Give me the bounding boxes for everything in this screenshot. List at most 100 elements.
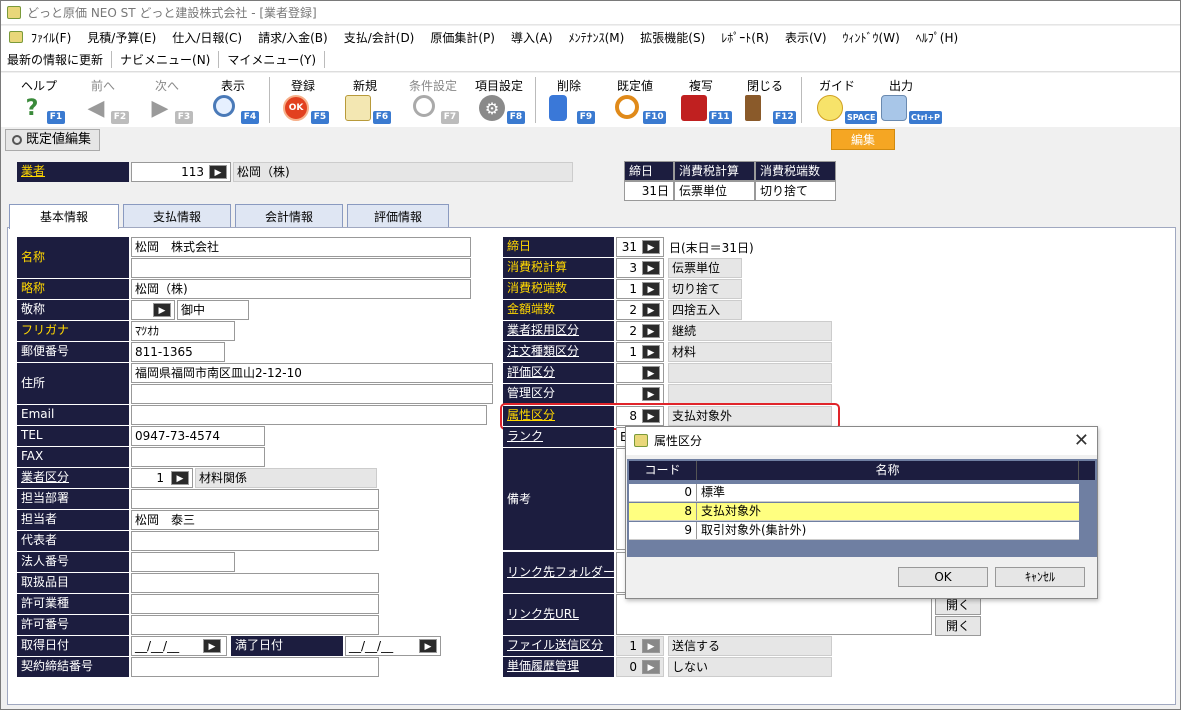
name-field[interactable]: 松岡 株式会社 (131, 237, 471, 257)
order-type-lookup-button[interactable]: ▶ (642, 345, 660, 359)
vendor-type-lookup-button[interactable]: ▶ (171, 471, 189, 485)
dept-label: 担当部署 (17, 489, 129, 509)
guide-button[interactable]: ガイド SPACE (807, 73, 878, 127)
menu-view[interactable]: 表示(V) (785, 29, 827, 46)
tab-payment-info[interactable]: 支払情報 (123, 204, 231, 228)
items-field[interactable] (131, 573, 379, 593)
tab-basic-info[interactable]: 基本情報 (9, 204, 119, 229)
license-type-field[interactable] (131, 594, 379, 614)
link-url-label[interactable]: リンク先URL (503, 594, 614, 635)
menu-purchase[interactable]: 仕入/日報(C) (172, 29, 242, 46)
kana-field[interactable]: ﾏﾂｵｶ (131, 321, 235, 341)
display-button[interactable]: 表示 F4 (203, 73, 263, 127)
rank-label[interactable]: ランク (503, 427, 614, 447)
menu-file[interactable]: ﾌｧｲﾙ(F) (31, 29, 71, 46)
menu-cost-summary[interactable]: 原価集計(P) (430, 29, 495, 46)
tel-field[interactable]: 0947-73-4574 (131, 426, 265, 446)
menu-window[interactable]: ｳｨﾝﾄﾞｳ(W) (843, 29, 900, 46)
ok-button[interactable]: OK (898, 567, 988, 587)
cancel-button[interactable]: ｷｬﾝｾﾙ (995, 567, 1085, 587)
grid-row[interactable]: 0 標準 (629, 484, 1079, 502)
contract-number-label: 契約締結番号 (17, 657, 129, 677)
file-send-label[interactable]: ファイル送信区分 (503, 636, 614, 656)
evaluation-label[interactable]: 評価区分 (503, 363, 614, 383)
dept-field[interactable] (131, 489, 379, 509)
child-window-icon[interactable] (9, 31, 23, 43)
fax-field[interactable] (131, 447, 265, 467)
grid-row[interactable]: 9 取引対象外(集計外) (629, 522, 1079, 540)
prev-button[interactable]: 前へ ◀ F2 (73, 73, 133, 127)
amount-round-lookup-button[interactable]: ▶ (642, 303, 660, 317)
file-send-lookup-button[interactable]: ▶ (642, 639, 660, 653)
name2-field[interactable] (131, 258, 471, 278)
link-url-field[interactable] (616, 594, 932, 635)
link-folder-label[interactable]: リンク先フォルダー (503, 552, 614, 593)
tab-accounting-info[interactable]: 会計情報 (235, 204, 343, 228)
vendor-lookup-button[interactable]: ▶ (209, 165, 227, 179)
acquired-date-calendar-button[interactable]: ▶ (203, 639, 221, 653)
copy-lock-icon (681, 95, 707, 121)
tax-calc-lookup-button[interactable]: ▶ (642, 261, 660, 275)
output-button[interactable]: 出力 Ctrl+P (871, 73, 942, 127)
address2-field[interactable] (131, 384, 493, 404)
representative-field[interactable] (131, 531, 379, 551)
zip-field[interactable]: 811-1365 (131, 342, 225, 362)
adoption-label[interactable]: 業者採用区分 (503, 321, 614, 341)
menu-estimate[interactable]: 見積/予算(E) (87, 29, 156, 46)
dialog-close-icon[interactable]: ✕ (1074, 430, 1089, 452)
corp-number-field[interactable] (131, 552, 235, 572)
menu-setup[interactable]: 導入(A) (511, 29, 553, 46)
adoption-display: 継続 (668, 321, 832, 341)
fax-label: FAX (17, 447, 129, 467)
delete-button[interactable]: 削除 F9 (539, 73, 599, 127)
dialog-app-icon (634, 434, 648, 447)
edit-badge[interactable]: 編集 (831, 129, 895, 150)
menu-maintenance[interactable]: ﾒﾝﾃﾅﾝｽ(M) (569, 29, 625, 46)
navi-menu-command[interactable]: ナビメニュー(N) (120, 51, 220, 68)
email-field[interactable] (131, 405, 487, 425)
open-url2-button[interactable]: 開く (935, 616, 981, 636)
tab-evaluation-info[interactable]: 評価情報 (347, 204, 449, 228)
default-key: F10 (643, 111, 666, 124)
honorific-lookup-button[interactable]: ▶ (153, 303, 171, 317)
contract-number-field[interactable] (131, 657, 379, 677)
vendor-label[interactable]: 業者 (17, 162, 129, 182)
menu-payment[interactable]: 支払/会計(D) (344, 29, 415, 46)
tax-round-label: 消費税端数 (503, 279, 614, 299)
price-history-lookup-button[interactable]: ▶ (642, 660, 660, 674)
menu-extensions[interactable]: 拡張機能(S) (640, 29, 705, 46)
register-button[interactable]: 登録 OK F5 (273, 73, 333, 127)
help-button[interactable]: ヘルプ ? F1 (9, 73, 69, 127)
adoption-lookup-button[interactable]: ▶ (642, 324, 660, 338)
license-number-field[interactable] (131, 615, 379, 635)
price-history-label[interactable]: 単価履歴管理 (503, 657, 614, 677)
menu-billing[interactable]: 請求/入金(B) (258, 29, 328, 46)
close-button[interactable]: 閉じる F12 (735, 73, 796, 127)
menu-help[interactable]: ﾍﾙﾌﾟ(H) (916, 29, 958, 46)
address1-field[interactable]: 福岡県福岡市南区皿山2-12-10 (131, 363, 493, 383)
copy-label: 複写 (688, 79, 713, 93)
closing-lookup-button[interactable]: ▶ (642, 240, 660, 254)
menu-report[interactable]: ﾚﾎﾟｰﾄ(R) (721, 29, 769, 46)
default-edit-button[interactable]: 既定値編集 (5, 129, 101, 151)
management-lookup-button[interactable]: ▶ (642, 387, 660, 401)
condition-button[interactable]: 条件設定 F7 (403, 73, 463, 127)
person-field[interactable]: 松岡 泰三 (131, 510, 379, 530)
new-key: F6 (373, 111, 391, 124)
evaluation-lookup-button[interactable]: ▶ (642, 366, 660, 380)
order-type-label[interactable]: 注文種類区分 (503, 342, 614, 362)
delete-label: 削除 (556, 79, 581, 93)
new-button[interactable]: 新規 F6 (335, 73, 395, 127)
refresh-command[interactable]: 最新の情報に更新 (7, 51, 113, 68)
grid-row-selected[interactable]: 8 支払対象外 (629, 503, 1079, 521)
my-menu-command[interactable]: マイメニュー(Y) (227, 51, 326, 68)
expiry-date-calendar-button[interactable]: ▶ (419, 639, 437, 653)
default-button[interactable]: 既定値 F10 (605, 73, 666, 127)
next-button[interactable]: 次へ ▶ F3 (137, 73, 197, 127)
vendor-type-label[interactable]: 業者区分 (17, 468, 129, 488)
item-settings-button[interactable]: 項目設定 ⚙ F8 (469, 73, 529, 127)
honorific-field[interactable]: 御中 (177, 300, 249, 320)
tax-round-lookup-button[interactable]: ▶ (642, 282, 660, 296)
copy-button[interactable]: 複写 F11 (671, 73, 732, 127)
short-name-field[interactable]: 松岡（株) (131, 279, 471, 299)
